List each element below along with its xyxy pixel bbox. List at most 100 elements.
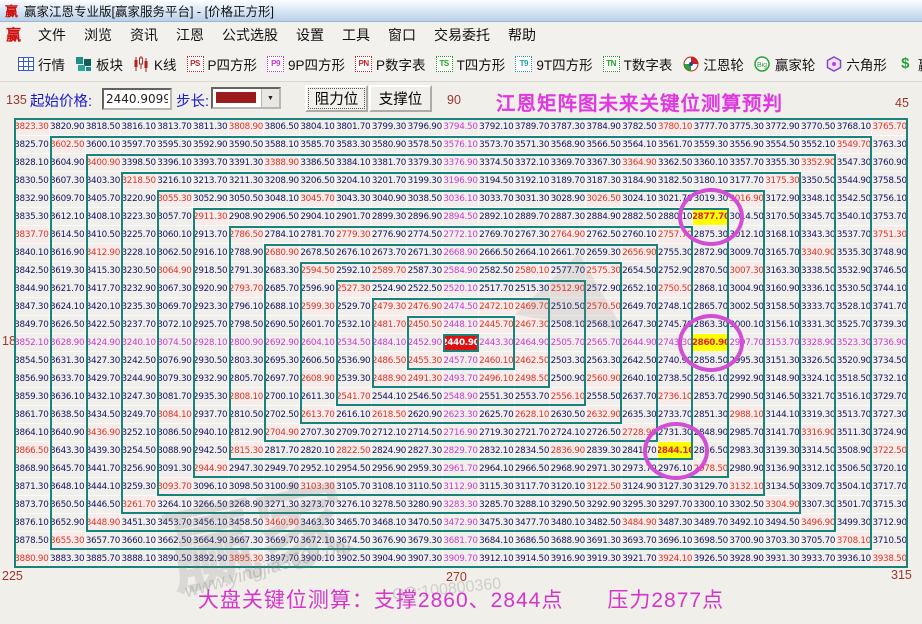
start-price-input[interactable]	[102, 88, 172, 110]
toolbar-button[interactable]: PS P四方形	[186, 54, 257, 74]
toolbar-button[interactable]: 江恩轮	[682, 54, 744, 74]
menu-item[interactable]: 浏览	[75, 23, 121, 47]
menu-item[interactable]: 交易委托	[425, 23, 499, 47]
menu-item[interactable]: 江恩	[167, 23, 213, 47]
price-cell: 3736.90	[872, 334, 908, 352]
menu-item[interactable]: 工具	[333, 23, 379, 47]
angle-label-45: 45	[895, 96, 909, 110]
price-cell: 2460.10	[478, 352, 515, 370]
price-cell: 2896.90	[407, 208, 444, 226]
price-cell: 3847.30	[14, 298, 50, 316]
chevron-down-icon[interactable]: ▼	[261, 89, 279, 107]
toolbar-button[interactable]: TN T数字表	[602, 54, 672, 74]
support-button[interactable]: 支撑位	[369, 85, 432, 112]
resistance-button[interactable]: 阻力位	[305, 85, 368, 112]
price-cell: 2551.30	[478, 388, 515, 406]
price-cell: 3172.90	[764, 190, 801, 208]
price-cell: 3717.70	[872, 478, 908, 496]
price-cell: 3396.10	[157, 154, 193, 172]
price-cell: 2452.90	[407, 334, 444, 352]
price-cell: 3242.50	[121, 352, 158, 370]
menu-item[interactable]: 设置	[287, 23, 333, 47]
price-cell: 2644.90	[621, 334, 658, 352]
price-cell: 3484.90	[621, 514, 658, 532]
price-cell: 3664.90	[192, 532, 229, 550]
price-cell: 2584.90	[443, 262, 479, 280]
price-cell: 3180.10	[693, 172, 730, 190]
price-cell: 2988.10	[729, 406, 765, 424]
price-cell: 3672.10	[300, 532, 336, 550]
price-cell: 3640.90	[49, 424, 86, 442]
menu-item[interactable]: 窗口	[379, 23, 425, 47]
price-cell: 3336.10	[800, 280, 837, 298]
toolbar-button[interactable]: 行情	[17, 54, 65, 74]
price-cell: 3105.70	[335, 478, 372, 496]
kline-candles-icon	[133, 55, 150, 72]
menu-item[interactable]: 资讯	[121, 23, 167, 47]
price-cell: 2664.10	[514, 244, 551, 262]
price-cell: 3568.90	[550, 136, 587, 154]
toolbar-button[interactable]: TS T四方形	[435, 54, 505, 74]
menu-item[interactable]: 文件	[29, 23, 75, 47]
price-cell: 3808.90	[228, 118, 265, 136]
price-cell: 3871.30	[14, 478, 50, 496]
toolbar-button-label: 9P四方形	[288, 57, 346, 73]
price-cell: 3408.10	[85, 208, 122, 226]
menu-item[interactable]: 公式选股	[213, 23, 287, 47]
price-cell: 3379.30	[407, 154, 444, 172]
price-cell: 3021.70	[657, 190, 694, 208]
price-cell: 2920.90	[192, 280, 229, 298]
price-cell: 3499.30	[836, 514, 873, 532]
price-cell: 3264.10	[157, 496, 193, 514]
price-cell: 3722.50	[872, 442, 908, 460]
price-cell: 2496.10	[478, 370, 515, 388]
price-cell: 3777.70	[693, 118, 730, 136]
price-cell: 3376.90	[443, 154, 479, 172]
price-cell: 3729.70	[872, 388, 908, 406]
menu-item[interactable]: 帮助	[499, 23, 545, 47]
price-cell: 2767.30	[514, 226, 551, 244]
price-cell: 3710.50	[872, 532, 908, 550]
price-cell: 2836.90	[550, 442, 587, 460]
toolbar-button[interactable]: K线	[133, 54, 177, 74]
step-dropdown[interactable]: ▼	[211, 87, 281, 109]
price-cell: 2637.70	[621, 388, 658, 406]
toolbar-button[interactable]: Big 赢家轮	[754, 54, 815, 74]
price-cell: 3895.30	[228, 550, 265, 568]
price-cell: 3904.90	[371, 550, 408, 568]
price-cell: 3513.70	[836, 406, 873, 424]
price-cell: 3055.30	[157, 190, 193, 208]
price-cell: 2649.70	[621, 298, 658, 316]
price-cell: 3316.90	[800, 424, 837, 442]
price-cell: 2990.50	[729, 388, 765, 406]
price-cell: 3268.90	[228, 496, 265, 514]
price-cell: 3201.70	[371, 172, 408, 190]
price-cell: 3720.10	[872, 460, 908, 478]
toolbar-button[interactable]: PN P数字表	[355, 54, 426, 74]
price-cell: 3012.10	[729, 226, 765, 244]
price-cell: 2772.10	[443, 226, 479, 244]
toolbar-button[interactable]: 六角形	[825, 54, 887, 74]
toolbar-button-label: 赢家服务	[918, 54, 922, 74]
price-cell: 2760.10	[621, 226, 658, 244]
price-cell: 3787.30	[550, 118, 587, 136]
price-cell: 2952.10	[300, 460, 336, 478]
price-cell: 2788.90	[228, 244, 265, 262]
price-cell: 3844.90	[14, 280, 50, 298]
toolbar-button[interactable]: T9 9T四方形	[515, 54, 593, 74]
price-cell: 3384.10	[335, 154, 372, 172]
toolbar-button[interactable]: P9 9P四方形	[267, 54, 345, 74]
toolbar-button[interactable]: 板块	[75, 54, 123, 74]
toolbar-button[interactable]: $ 赢家服务	[897, 54, 922, 74]
price-cell: 3782.50	[621, 118, 658, 136]
price-cell: 2800.90	[228, 334, 265, 352]
price-cell: 3830.50	[14, 172, 50, 190]
price-cell: 2508.10	[550, 316, 587, 334]
tn-badge-icon: TN	[602, 55, 620, 72]
price-cell: 3220.90	[121, 190, 158, 208]
price-cell: 3009.70	[729, 244, 765, 262]
price-cell: 2959.30	[407, 460, 444, 478]
price-cell: 3328.90	[800, 334, 837, 352]
price-cell: 2992.90	[729, 370, 765, 388]
price-cell: 3487.30	[657, 514, 694, 532]
